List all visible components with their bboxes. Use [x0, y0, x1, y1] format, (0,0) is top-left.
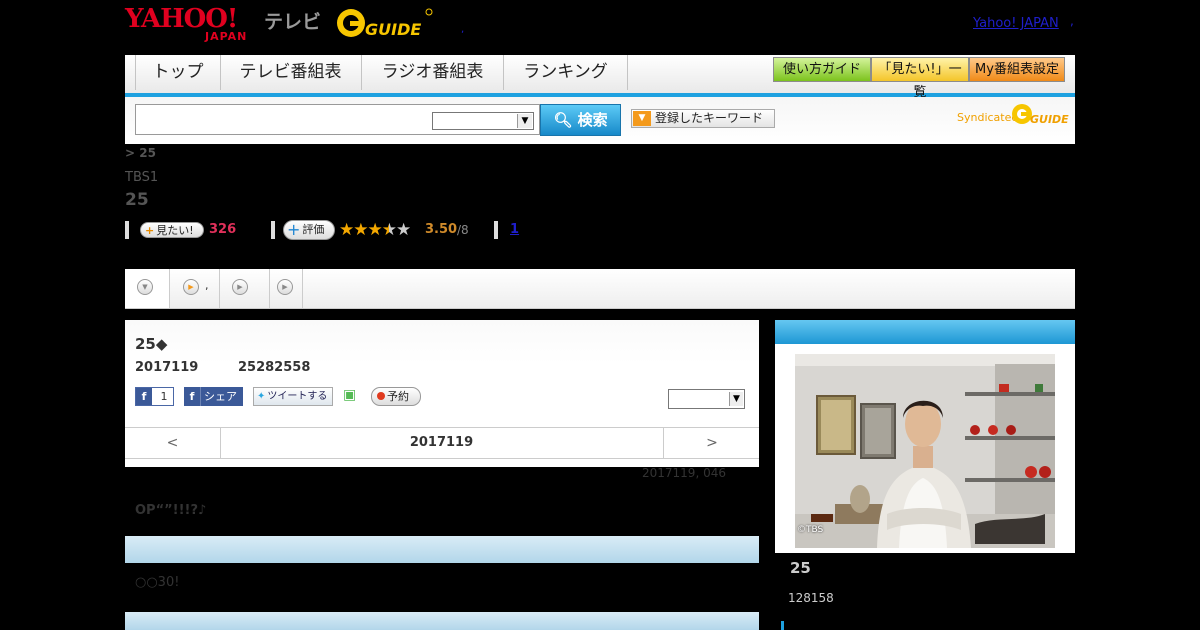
header-dot: , [461, 24, 465, 35]
yahoo-japan-logo[interactable]: YAHOO! JAPAN [125, 4, 261, 43]
play-icon: ▶ [232, 279, 248, 295]
nav-tab-top[interactable]: トップ [135, 55, 221, 90]
chevron-down-icon: ▼ [517, 114, 532, 128]
header-link-separator: , [1070, 14, 1074, 28]
rating-total: /8 [457, 223, 469, 237]
tweet-button[interactable]: ✦ ツイートする [253, 387, 333, 406]
tab-2-label: , [205, 279, 209, 292]
facebook-share-button[interactable]: f シェア [184, 387, 243, 406]
divider [494, 221, 498, 239]
rating-button[interactable]: + 評価 [283, 220, 335, 240]
episode-title: 25◆ [135, 335, 168, 353]
syndicated-gguide-logo: GUIDE [1011, 103, 1069, 131]
program-photo: ©TBS [795, 354, 1055, 548]
section-text: ○○30! [135, 575, 180, 590]
svg-text:GUIDE: GUIDE [1030, 113, 1069, 126]
side-accent-bar [781, 621, 784, 630]
nav-tab-ranking[interactable]: ランキング [504, 55, 628, 90]
yahoo-logo-subtext: JAPAN [205, 30, 248, 43]
star-full-icon: ★ [367, 220, 383, 240]
facebook-icon: f [184, 387, 201, 406]
svg-text:GUIDE: GUIDE [365, 20, 421, 39]
program-photo-frame: ©TBS [775, 344, 1075, 553]
yahoo-japan-link[interactable]: Yahoo! JAPAN [973, 16, 1059, 31]
breadcrumb[interactable]: > 25 [125, 146, 156, 160]
syndicated-label: Syndicated [957, 111, 1019, 124]
site-header: YAHOO! JAPAN テレビ GUIDE , Yahoo! JAPAN , [0, 0, 1200, 55]
rating-button-label: 評価 [302, 223, 325, 236]
rating-stars: ★★★★★ [339, 220, 411, 240]
reserve-button[interactable]: 予約 [371, 387, 421, 406]
divider [271, 221, 275, 239]
mitai-label: 見たい! [156, 224, 194, 237]
date-navigation: < 2017119 > [125, 427, 759, 459]
twitter-bird-icon: ✦ [257, 391, 266, 402]
my-schedule-settings-button[interactable]: My番組表設定 [969, 57, 1065, 82]
search-button-label: 検索 [577, 111, 608, 129]
play-icon: ▶ [183, 279, 199, 295]
prev-date-button[interactable]: < [125, 428, 221, 458]
update-timestamp: 2017119, 046 [642, 466, 726, 480]
chevron-down-icon: ▼ [137, 279, 153, 295]
review-count-link[interactable]: 1 [510, 222, 519, 237]
episode-select[interactable]: ▼ [668, 389, 745, 409]
program-tab-bar: ▼ ▶ , ▶ ▶ [125, 269, 1075, 309]
rating-score: 3.50 [425, 222, 458, 237]
divider [125, 221, 129, 239]
star-half-icon: ★ [381, 220, 397, 240]
tab-3[interactable]: ▶ [220, 269, 270, 308]
facebook-like-button[interactable]: f 1 [135, 387, 174, 406]
tab-4[interactable]: ▶ [270, 269, 303, 308]
section-header [125, 612, 759, 630]
facebook-share-label: シェア [204, 390, 237, 403]
mitai-list-button[interactable]: 「見たい!」一覧 [871, 57, 969, 100]
plus-icon: + [145, 224, 155, 237]
play-icon: ▶ [277, 279, 293, 295]
star-empty-icon: ★ [396, 220, 411, 240]
side-program-title: 25 [790, 559, 811, 577]
episode-description: OP“”!!!?♪ [135, 503, 207, 518]
main-nav: トップ テレビ番組表 ラジオ番組表 ランキング 使い方ガイド 「見たい!」一覧 … [125, 55, 1075, 100]
star-full-icon: ★ [353, 220, 368, 240]
usage-guide-button[interactable]: 使い方ガイド [773, 57, 871, 82]
side-panel-header [775, 320, 1075, 344]
tweet-label: ツイートする [267, 391, 328, 402]
mitai-button[interactable]: + 見たい! [140, 222, 204, 238]
nav-tab-radio-schedule[interactable]: ラジオ番組表 [362, 55, 504, 90]
facebook-icon: f [136, 388, 152, 405]
registered-keyword-label: 登録したキーワード [655, 111, 764, 125]
tab-2[interactable]: ▶ , [170, 269, 220, 308]
tv-label: テレビ [264, 11, 322, 33]
search-button[interactable]: 🔍︎ 検索 [540, 104, 621, 136]
episode-date: 2017119 [135, 360, 199, 375]
photo-credit: ©TBS [797, 525, 824, 535]
mitai-count: 326 [209, 222, 237, 237]
plus-icon: + [287, 220, 301, 239]
side-program-subtitle: 128158 [788, 591, 834, 605]
current-date-label: 2017119 [409, 435, 474, 450]
program-title: 25 [125, 190, 149, 210]
add-calendar-icon[interactable]: ▣ [343, 387, 359, 404]
tab-1[interactable]: ▼ [125, 269, 170, 308]
star-full-icon: ★ [339, 220, 354, 240]
reserve-label: 予約 [387, 390, 409, 403]
chevron-down-icon: ▼ [729, 392, 743, 406]
registered-keyword-button[interactable]: ▼ 登録したキーワード [631, 109, 775, 128]
channel-name: TBS1 [125, 170, 159, 185]
record-dot-icon [377, 392, 385, 400]
nav-tab-tv-schedule[interactable]: テレビ番組表 [220, 55, 362, 90]
search-area: ▼ 🔍︎ 検索 ▼ 登録したキーワード Syndicated GUIDE [125, 97, 1075, 144]
search-genre-select[interactable]: ▼ [432, 112, 534, 130]
search-icon: 🔍︎ [553, 111, 573, 129]
section-header [125, 536, 759, 563]
next-date-button[interactable]: > [663, 428, 760, 458]
facebook-like-count: 1 [160, 390, 168, 403]
episode-time: 25282558 [238, 360, 311, 375]
gguide-logo[interactable]: GUIDE [335, 7, 435, 41]
episode-panel: 25◆ 2017119 25282558 f 1 f シェア ✦ ツイートする ▣ … [125, 320, 759, 467]
triangle-down-icon: ▼ [633, 111, 651, 126]
